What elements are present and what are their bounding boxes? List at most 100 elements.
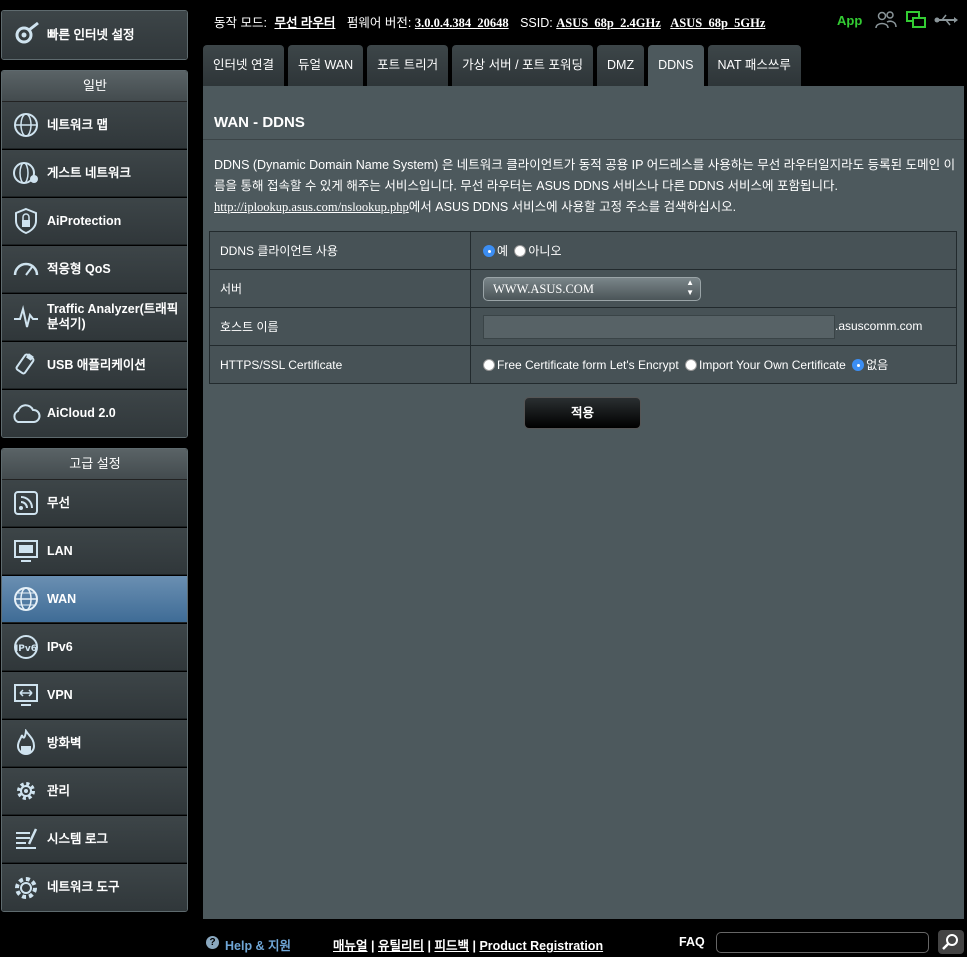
tab-dual-wan[interactable]: 듀얼 WAN — [287, 45, 364, 86]
usb-status-icon[interactable] — [934, 12, 958, 31]
page-title: WAN - DDNS — [214, 114, 305, 131]
advanced-menu-group: 고급 설정 무선 LAN WAN IPv6 IPv6 VPN 방화벽 관리 시스… — [1, 448, 188, 912]
select-arrows-icon: ▲ ▼ — [686, 277, 694, 297]
sidebar-item-firewall[interactable]: 방화벽 — [2, 720, 187, 767]
table-row: 서버 WWW.ASUS.COM ▲ ▼ — [209, 269, 957, 308]
wifi-icon — [10, 487, 42, 519]
apply-button[interactable]: 적용 — [524, 397, 641, 429]
sidebar-item-label: 게스트 네트워크 — [47, 165, 131, 180]
product-registration-link[interactable]: Product Registration — [479, 939, 603, 953]
tab-virtual-server[interactable]: 가상 서버 / 포트 포워딩 — [452, 45, 594, 86]
ddns-enable-label: DDNS 클라이언트 사용 — [209, 231, 471, 270]
sidebar-item-label: LAN — [47, 543, 73, 558]
vpn-monitor-icon — [10, 679, 42, 711]
ssid-24ghz-link[interactable]: ASUS_68p_2.4GHz — [556, 16, 661, 30]
certificate-options: Free Certificate form Let's Encrypt Impo… — [470, 345, 957, 384]
sidebar-item-guest-network[interactable]: 게스트 네트워크 — [2, 150, 187, 197]
ddns-enable-options: 예 아니오 — [470, 231, 957, 270]
firewall-flame-icon — [10, 727, 42, 759]
sidebar-item-label: IPv6 — [47, 639, 73, 654]
app-link[interactable]: App — [837, 13, 862, 28]
tab-dmz[interactable]: DMZ — [597, 45, 645, 86]
sidebar-item-label: 네트워크 도구 — [47, 880, 120, 894]
sidebar-item-label: USB 애플리케이션 — [47, 357, 146, 372]
sidebar-item-adaptive-qos[interactable]: 적응형 QoS — [2, 246, 187, 293]
cert-import-radio[interactable] — [685, 359, 698, 371]
svg-text:IPv6: IPv6 — [15, 644, 37, 654]
lookup-text: 에서 ASUS DDNS 서비스에 사용할 고정 주소를 검색하십시오. — [408, 200, 737, 214]
wan-tabs: 인터넷 연결 듀얼 WAN 포트 트리거 가상 서버 / 포트 포워딩 DMZ … — [203, 45, 805, 86]
help-support-link[interactable]: Help & 지원 — [225, 935, 291, 954]
radio-label: Import Your Own Certificate — [699, 358, 846, 372]
ddns-enable-no-radio[interactable] — [514, 245, 527, 257]
lock-shield-icon — [10, 205, 42, 237]
operation-mode-link[interactable]: 무선 라우터 — [274, 16, 335, 30]
firmware-label: 펌웨어 버전: — [346, 16, 412, 30]
table-row: 호스트 이름 .asuscomm.com — [209, 307, 957, 346]
radio-label: Free Certificate form Let's Encrypt — [497, 358, 679, 372]
quick-setup-label: 빠른 인터넷 설정 — [47, 27, 135, 42]
globe-network-icon — [10, 109, 42, 141]
footer-separator: | — [472, 939, 476, 953]
utility-link[interactable]: 유틸리티 — [378, 939, 424, 953]
sidebar-item-network-tools[interactable]: 네트워크 도구 — [2, 864, 187, 911]
clients-icon[interactable] — [875, 10, 897, 33]
sidebar-item-network-map[interactable]: 네트워크 맵 — [2, 102, 187, 149]
ssid-5ghz-link[interactable]: ASUS_68p_5GHz — [670, 16, 765, 30]
sidebar-item-label: VPN — [47, 687, 73, 702]
tab-nat-passthrough[interactable]: NAT 패스쓰루 — [707, 45, 801, 86]
help-icon: ? — [206, 936, 219, 949]
table-row: HTTPS/SSL Certificate Free Certificate f… — [209, 345, 957, 384]
sidebar-item-administration[interactable]: 관리 — [2, 768, 187, 815]
table-row: DDNS 클라이언트 사용 예 아니오 — [209, 231, 957, 270]
sidebar-item-aicloud[interactable]: AiCloud 2.0 — [2, 390, 187, 437]
sidebar-item-wan[interactable]: WAN — [2, 576, 187, 623]
server-select-value: WWW.ASUS.COM — [493, 281, 594, 296]
log-document-icon — [10, 823, 42, 855]
hostname-input[interactable] — [483, 314, 835, 339]
server-select[interactable]: WWW.ASUS.COM ▲ ▼ — [483, 276, 701, 301]
sidebar-item-system-log[interactable]: 시스템 로그 — [2, 816, 187, 863]
sidebar-item-vpn[interactable]: VPN — [2, 672, 187, 719]
sidebar-item-label: 네트워크 맵 — [47, 117, 108, 132]
status-bar: 동작 모드: 무선 라우터 펌웨어 버전: 3.0.0.4.384_20648 … — [203, 0, 967, 40]
sidebar-item-aiprotection[interactable]: AiProtection — [2, 198, 187, 245]
feedback-link[interactable]: 피드백 — [434, 939, 469, 953]
sidebar-item-label: AiProtection — [47, 213, 122, 228]
cert-none-radio[interactable] — [852, 359, 865, 371]
sidebar-item-usb-application[interactable]: USB 애플리케이션 — [2, 342, 187, 389]
speedometer-icon — [10, 253, 42, 285]
ddns-enable-yes-radio[interactable] — [483, 245, 495, 257]
certificate-label: HTTPS/SSL Certificate — [209, 345, 471, 384]
search-button[interactable] — [938, 930, 964, 954]
cert-letsencrypt-radio[interactable] — [483, 359, 495, 371]
footer: ? Help & 지원 매뉴얼 | 유틸리티 | 피드백 | Product R… — [203, 929, 967, 955]
hostname-cell: .asuscomm.com — [470, 307, 957, 346]
network-status-icon[interactable] — [905, 10, 927, 33]
pulse-icon — [10, 301, 42, 333]
sidebar-item-label: 시스템 로그 — [47, 831, 108, 846]
sidebar-item-lan[interactable]: LAN — [2, 528, 187, 575]
monitor-icon — [10, 535, 42, 567]
faq-search-input[interactable] — [716, 932, 929, 953]
sidebar-item-ipv6[interactable]: IPv6 IPv6 — [2, 624, 187, 671]
manual-link[interactable]: 매뉴얼 — [333, 939, 368, 953]
general-menu-group: 일반 네트워크 맵 게스트 네트워크 AiProtection 적응형 QoS … — [1, 70, 188, 438]
sidebar-item-label: WAN — [47, 591, 77, 606]
tab-internet-connection[interactable]: 인터넷 연결 — [203, 45, 284, 86]
radio-label: 예 — [497, 244, 509, 258]
sidebar-item-label: 무선 — [47, 495, 71, 510]
firmware-link[interactable]: 3.0.0.4.384_20648 — [415, 16, 509, 30]
globe-icon — [10, 583, 42, 615]
iplookup-link[interactable]: http://iplookup.asus.com/nslookup.php — [214, 200, 409, 214]
title-divider — [203, 139, 964, 140]
sidebar-item-label: AiCloud 2.0 — [47, 406, 116, 420]
sidebar-item-wireless[interactable]: 무선 — [2, 480, 187, 527]
radio-label: 없음 — [866, 358, 889, 372]
ipv6-icon: IPv6 — [10, 631, 42, 663]
sidebar-item-label: 관리 — [47, 783, 71, 798]
tab-port-trigger[interactable]: 포트 트리거 — [367, 45, 449, 86]
tab-ddns[interactable]: DDNS — [648, 45, 704, 86]
sidebar-item-traffic-analyzer[interactable]: Traffic Analyzer(트래픽분석기) — [2, 294, 187, 341]
quick-setup-button[interactable]: 빠른 인터넷 설정 — [1, 10, 188, 60]
